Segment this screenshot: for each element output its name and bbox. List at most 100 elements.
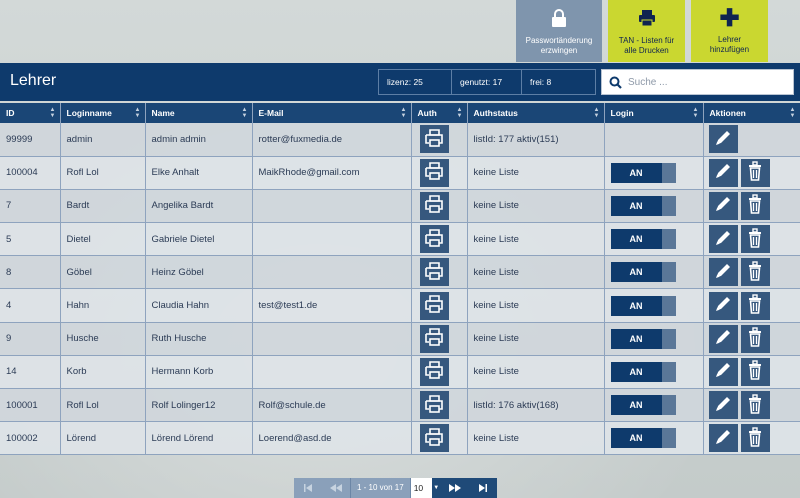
edit-button[interactable] xyxy=(708,225,738,254)
edit-button[interactable] xyxy=(708,258,738,287)
cell-login: AN xyxy=(604,222,704,257)
print-auth-button[interactable] xyxy=(419,391,449,420)
delete-button[interactable] xyxy=(740,158,770,187)
table-row: 100002 Lörend Lörend Lörend Loerend@asd.de k… xyxy=(0,421,800,456)
col-header-actions[interactable]: Aktionen ▲ ▼ xyxy=(703,103,800,123)
cell-id: 5 xyxy=(0,222,61,257)
pencil-icon xyxy=(714,428,732,449)
print-auth-button[interactable] xyxy=(419,424,449,453)
table-row: 99999 admin admin admin rotter@fuxmedia.de l… xyxy=(0,123,800,157)
edit-button[interactable] xyxy=(708,424,738,453)
sort-icon: ▲ ▼ xyxy=(789,107,796,119)
trash-icon xyxy=(746,327,764,350)
delete-button[interactable] xyxy=(740,391,770,420)
cell-name: Claudia Hahn xyxy=(145,288,253,323)
edit-button[interactable] xyxy=(708,158,738,187)
search-input[interactable] xyxy=(628,76,788,88)
page-size-value: 10 xyxy=(413,483,424,493)
prev-page-button[interactable] xyxy=(322,478,350,498)
last-page-button[interactable] xyxy=(469,478,497,498)
cell-auth xyxy=(411,222,468,257)
login-toggle[interactable]: AN xyxy=(610,295,676,316)
cell-email xyxy=(252,322,412,356)
printer-icon xyxy=(424,295,444,316)
row-actions xyxy=(708,125,800,154)
prev-page-icon xyxy=(330,484,342,492)
login-toggle[interactable]: AN xyxy=(610,361,676,382)
print-auth-button[interactable] xyxy=(419,191,449,220)
cell-id: 14 xyxy=(0,355,61,390)
col-header-auth[interactable]: Auth ▲ ▼ xyxy=(411,103,468,123)
col-header-email[interactable]: E-Mail ▲ ▼ xyxy=(252,103,412,123)
col-header-name[interactable]: Name ▲ ▼ xyxy=(145,103,253,123)
login-toggle-label: AN xyxy=(629,300,643,311)
delete-button[interactable] xyxy=(740,225,770,254)
print-auth-button[interactable] xyxy=(419,125,449,154)
edit-button[interactable] xyxy=(708,125,738,154)
cell-actions xyxy=(703,355,800,390)
printer-icon xyxy=(424,228,444,250)
login-toggle[interactable]: AN xyxy=(610,328,676,349)
print-auth-button[interactable] xyxy=(419,158,449,187)
force-password-change-button[interactable]: Passwortänderung erzwingen xyxy=(516,0,602,62)
add-teacher-button[interactable]: ✚ Lehrer hinzufügen xyxy=(691,0,768,62)
cell-loginname: Rofl Lol xyxy=(60,156,146,190)
search-icon xyxy=(602,70,628,94)
login-toggle[interactable]: AN xyxy=(610,395,676,416)
col-header-id[interactable]: ID ▲ ▼ xyxy=(0,103,61,123)
login-toggle[interactable]: AN xyxy=(610,229,676,250)
teacher-table: ID ▲ ▼ Loginname ▲ ▼ Name ▲ ▼ E-Mail ▲ ▼ Auth ▲ ▼ … xyxy=(0,103,800,456)
delete-button[interactable] xyxy=(740,291,770,320)
cell-actions xyxy=(703,222,800,257)
edit-button[interactable] xyxy=(708,191,738,220)
cell-actions xyxy=(703,421,800,456)
edit-button[interactable] xyxy=(708,357,738,386)
cell-loginname: Korb xyxy=(60,355,146,390)
cell-authstatus: keine Liste xyxy=(467,322,605,356)
edit-button[interactable] xyxy=(708,291,738,320)
delete-button[interactable] xyxy=(740,191,770,220)
edit-button[interactable] xyxy=(708,391,738,420)
cell-login: AN xyxy=(604,421,704,456)
login-toggle[interactable]: AN xyxy=(610,262,676,283)
next-page-button[interactable] xyxy=(441,478,469,498)
delete-button[interactable] xyxy=(740,424,770,453)
printer-icon xyxy=(424,361,444,382)
login-toggle[interactable]: AN xyxy=(610,162,676,183)
cell-authstatus: keine Liste xyxy=(467,189,605,224)
printer-icon xyxy=(424,394,444,416)
stat-free: frei: 8 xyxy=(530,77,552,87)
print-tan-lists-button[interactable]: TAN - Listen für alle Drucken xyxy=(608,0,685,62)
cell-name: Gabriele Dietel xyxy=(145,222,253,257)
cell-login: AN xyxy=(604,288,704,323)
col-header-authstatus[interactable]: Authstatus ▲ ▼ xyxy=(467,103,605,123)
delete-button[interactable] xyxy=(740,357,770,386)
login-toggle-label: AN xyxy=(629,167,643,178)
print-auth-button[interactable] xyxy=(419,291,449,320)
cell-login: AN xyxy=(604,355,704,390)
cell-auth xyxy=(411,189,468,224)
cell-authstatus: keine Liste xyxy=(467,156,605,190)
col-header-loginname[interactable]: Loginname ▲ ▼ xyxy=(60,103,146,123)
print-auth-button[interactable] xyxy=(419,258,449,287)
edit-button[interactable] xyxy=(708,324,738,353)
pencil-icon xyxy=(714,295,732,316)
cell-auth xyxy=(411,156,468,190)
cell-email: test@test1.de xyxy=(252,288,412,323)
page-size-select[interactable]: 10 ▼ xyxy=(410,478,441,498)
row-actions xyxy=(708,357,800,386)
print-auth-button[interactable] xyxy=(419,324,449,353)
print-auth-button[interactable] xyxy=(419,225,449,254)
col-header-login[interactable]: Login ▲ ▼ xyxy=(604,103,704,123)
login-toggle[interactable]: AN xyxy=(610,195,676,216)
cell-name: Ruth Husche xyxy=(145,322,253,356)
cell-auth xyxy=(411,388,468,423)
sort-icon: ▲ ▼ xyxy=(456,107,463,119)
cell-name: Rolf Lolinger12 xyxy=(145,388,253,423)
first-page-button[interactable] xyxy=(294,478,322,498)
login-toggle[interactable]: AN xyxy=(610,428,676,449)
delete-button[interactable] xyxy=(740,324,770,353)
print-auth-button[interactable] xyxy=(419,357,449,386)
delete-button[interactable] xyxy=(740,258,770,287)
cell-email xyxy=(252,255,412,290)
